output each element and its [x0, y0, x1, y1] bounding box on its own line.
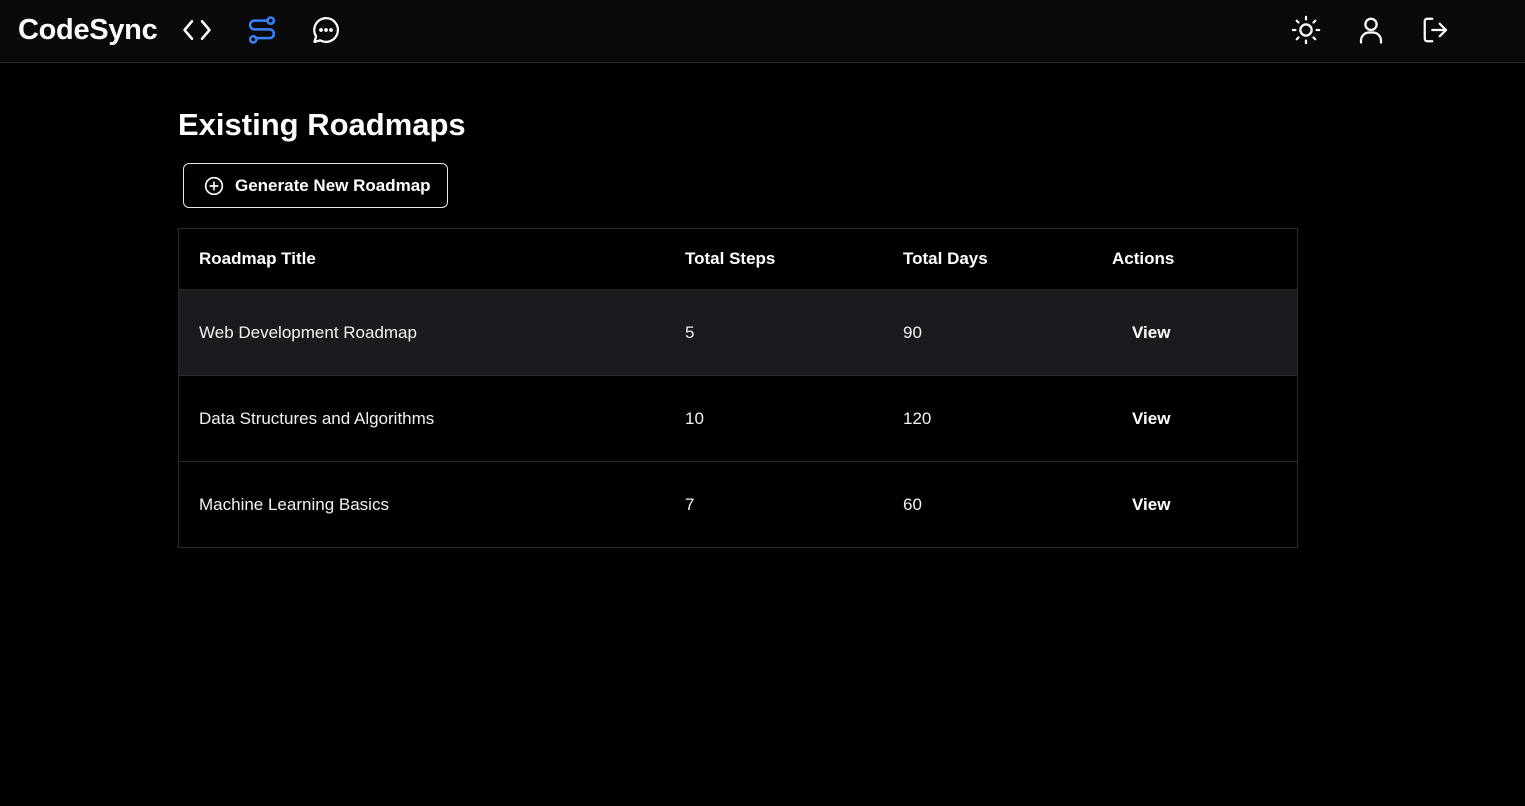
header-steps: Total Steps [685, 249, 776, 268]
roadmaps-table: Roadmap Title Total Steps Total Days Act… [178, 228, 1298, 548]
roadmap-title: Data Structures and Algorithms [199, 408, 435, 428]
user-icon[interactable] [1355, 14, 1387, 46]
view-button[interactable]: View [1132, 462, 1170, 547]
plus-circle-icon [204, 176, 224, 195]
roadmap-steps: 5 [685, 322, 695, 342]
header-days: Total Days [903, 249, 988, 268]
roadmap-title: Web Development Roadmap [199, 322, 417, 342]
top-navbar: CodeSync [0, 0, 1525, 63]
roadmap-steps: 10 [685, 408, 704, 428]
brand-logo[interactable]: CodeSync [18, 14, 158, 47]
roadmap-steps: 7 [685, 494, 695, 514]
view-button[interactable]: View [1132, 376, 1170, 461]
roadmap-icon[interactable] [246, 14, 278, 46]
table-row: Data Structures and Algorithms 10 120 Vi… [179, 375, 1297, 461]
sun-icon[interactable] [1290, 14, 1322, 46]
main-content: Existing Roadmaps Generate New Roadmap R… [178, 100, 1298, 548]
view-button[interactable]: View [1132, 290, 1170, 375]
logout-icon[interactable] [1420, 14, 1452, 46]
roadmap-days: 90 [903, 322, 922, 342]
table-row: Web Development Roadmap 5 90 View [179, 289, 1297, 375]
roadmap-title: Machine Learning Basics [199, 494, 389, 514]
roadmap-days: 120 [903, 408, 932, 428]
table-row: Machine Learning Basics 7 60 View [179, 461, 1297, 547]
code-icon[interactable] [181, 14, 213, 46]
page-title: Existing Roadmaps [178, 107, 466, 142]
chat-icon[interactable] [310, 14, 342, 46]
roadmap-days: 60 [903, 494, 922, 514]
generate-roadmap-label: Generate New Roadmap [235, 175, 431, 195]
header-actions: Actions [1112, 249, 1175, 268]
table-header: Roadmap Title Total Steps Total Days Act… [179, 229, 1297, 289]
generate-roadmap-button[interactable]: Generate New Roadmap [183, 163, 448, 208]
header-title: Roadmap Title [199, 249, 316, 268]
